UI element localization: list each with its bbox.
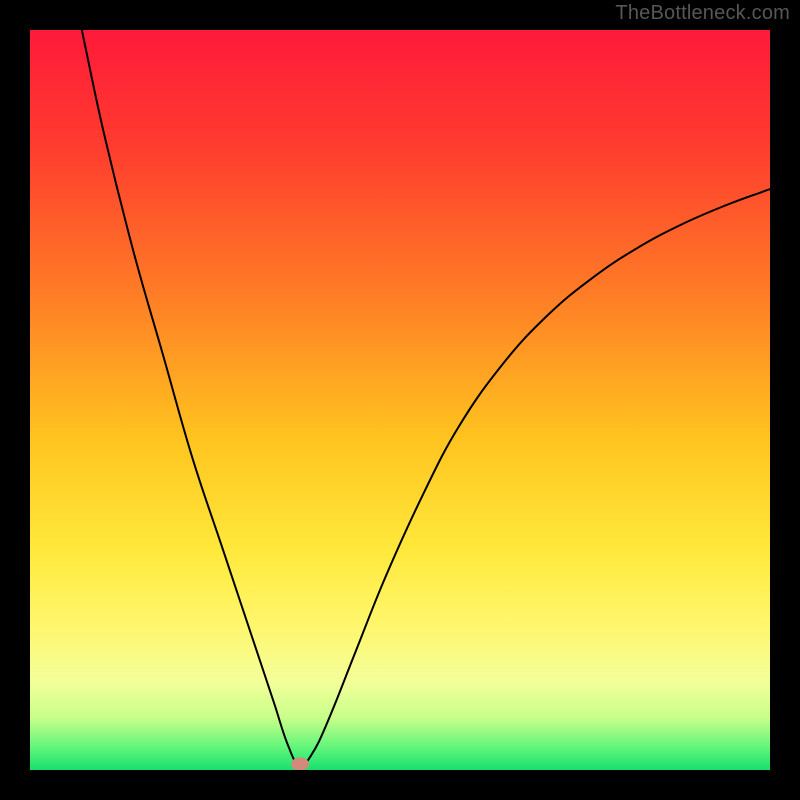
plot-area (30, 30, 770, 770)
chart-frame: TheBottleneck.com (0, 0, 800, 800)
gradient-background (30, 30, 770, 770)
watermark-text: TheBottleneck.com (615, 2, 790, 25)
chart-svg (30, 30, 770, 770)
